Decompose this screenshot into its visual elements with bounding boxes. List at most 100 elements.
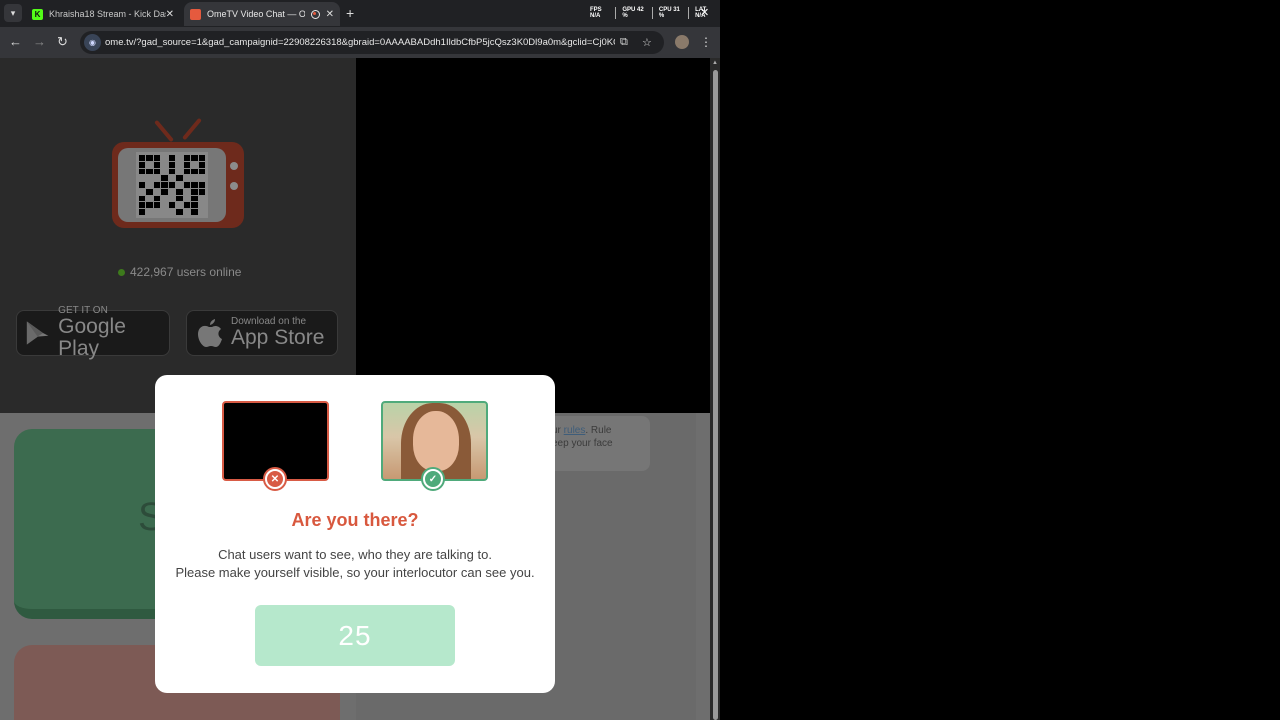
qr-module	[146, 182, 153, 188]
qr-module	[161, 202, 168, 209]
qr-module	[168, 155, 176, 161]
back-icon[interactable]: ←	[9, 35, 22, 48]
qr-module	[176, 175, 183, 182]
tv-knob	[230, 182, 238, 190]
recording-icon	[310, 9, 320, 19]
tab-close-icon[interactable]: ✕	[326, 9, 334, 20]
tv-qr-illustration	[112, 116, 244, 234]
qr-module	[153, 155, 161, 161]
rules-notice: ur rules. Rule eep your face	[542, 416, 650, 471]
qr-module	[176, 155, 183, 161]
qr-module	[191, 209, 198, 215]
tab-close-icon[interactable]: ✕	[166, 9, 174, 20]
qr-module	[168, 195, 176, 202]
qr-module	[139, 202, 146, 209]
qr-module	[139, 182, 146, 188]
dialog-line-2: Please make yourself visible, so your in…	[175, 565, 535, 580]
url-text[interactable]: ome.tv/?gad_source=1&gad_campaignid=2290…	[105, 37, 615, 48]
qr-module	[198, 161, 205, 168]
qr-module	[183, 168, 191, 175]
qr-module	[191, 188, 198, 195]
menu-kebab-icon[interactable]: ⋮	[700, 35, 712, 49]
qr-module	[191, 202, 198, 209]
qr-module	[198, 195, 205, 202]
qr-module	[198, 155, 205, 161]
browser-window: ▾ K Khraisha18 Stream - Kick Dashb ✕ Ome…	[0, 0, 720, 720]
qr-module	[176, 188, 183, 195]
google-play-button[interactable]: GET IT ON Google Play	[16, 306, 170, 360]
qr-module	[198, 175, 205, 182]
qr-module	[161, 161, 168, 168]
tab-kick[interactable]: K Khraisha18 Stream - Kick Dashb ✕	[26, 2, 180, 26]
promo-panel: 422,967 users online GET IT ON Google Pl…	[0, 58, 356, 413]
qr-module	[146, 175, 153, 182]
page-scrollbar[interactable]: ▲	[710, 58, 720, 720]
scrollbar-thumb[interactable]	[713, 70, 718, 720]
profile-avatar[interactable]	[675, 35, 689, 49]
qr-module	[146, 168, 153, 175]
dialog-line-1: Chat users want to see, who they are tal…	[218, 547, 492, 562]
qr-module	[139, 209, 146, 215]
window-close-icon[interactable]: ✕	[700, 6, 709, 19]
qr-module	[161, 209, 168, 215]
qr-module	[191, 161, 198, 168]
rules-line2: eep your face	[552, 438, 613, 449]
qr-module	[161, 155, 168, 161]
qr-module	[168, 168, 176, 175]
cpu-stat: CPU 31 %	[659, 7, 690, 19]
qr-module	[153, 195, 161, 202]
qr-module	[176, 202, 183, 209]
site-info-icon[interactable]: ◉	[84, 34, 101, 51]
qr-module	[153, 202, 161, 209]
qr-module	[146, 188, 153, 195]
qr-module	[168, 161, 176, 168]
app-store-big: App Store	[231, 326, 325, 349]
qr-module	[161, 168, 168, 175]
install-app-icon[interactable]: ⧉	[620, 36, 628, 49]
qr-module	[153, 209, 161, 215]
bookmark-star-icon[interactable]: ☆	[642, 36, 652, 49]
qr-module	[168, 209, 176, 215]
app-store-button[interactable]: Download on the App Store	[186, 310, 338, 356]
google-play-big: Google Play	[58, 315, 126, 360]
qr-code	[136, 152, 208, 218]
qr-module	[183, 182, 191, 188]
qr-module	[176, 195, 183, 202]
qr-module	[168, 188, 176, 195]
qr-module	[198, 202, 205, 209]
forward-icon[interactable]: →	[33, 35, 46, 48]
tab-search-button[interactable]: ▾	[4, 4, 22, 22]
tv-body	[112, 142, 244, 228]
tab-ometv[interactable]: OmeTV Video Chat — Ome ✕	[184, 2, 340, 26]
qr-module	[139, 155, 146, 161]
gpu-stat: GPU 42 %	[622, 7, 653, 19]
qr-module	[198, 188, 205, 195]
rules-link[interactable]: rules	[564, 425, 586, 436]
reload-icon[interactable]: ↻	[57, 35, 68, 48]
qr-module	[153, 175, 161, 182]
qr-module	[139, 175, 146, 182]
qr-module	[161, 195, 168, 202]
tv-screen	[118, 148, 226, 222]
qr-module	[161, 175, 168, 182]
scroll-up-icon[interactable]: ▲	[712, 60, 718, 66]
partner-video	[356, 58, 710, 413]
ometv-icon	[190, 8, 201, 20]
qr-module	[183, 202, 191, 209]
success-badge: ✓	[421, 467, 445, 491]
page-viewport: 422,967 users online GET IT ON Google Pl…	[0, 58, 710, 720]
toolbar: ← → ↻ ◉ ome.tv/?gad_source=1&gad_campaig…	[0, 27, 720, 58]
qr-module	[191, 175, 198, 182]
qr-module	[183, 175, 191, 182]
qr-module	[153, 168, 161, 175]
new-tab-button[interactable]: +	[346, 5, 354, 21]
qr-module	[161, 188, 168, 195]
qr-module	[168, 175, 176, 182]
countdown-button[interactable]: 25	[255, 605, 455, 666]
qr-module	[183, 209, 191, 215]
face-shape	[413, 411, 459, 471]
address-bar[interactable]: ◉ ome.tv/?gad_source=1&gad_campaignid=22…	[80, 31, 664, 54]
tab-title: OmeTV Video Chat — Ome	[207, 9, 305, 19]
qr-module	[139, 161, 146, 168]
qr-module	[176, 168, 183, 175]
